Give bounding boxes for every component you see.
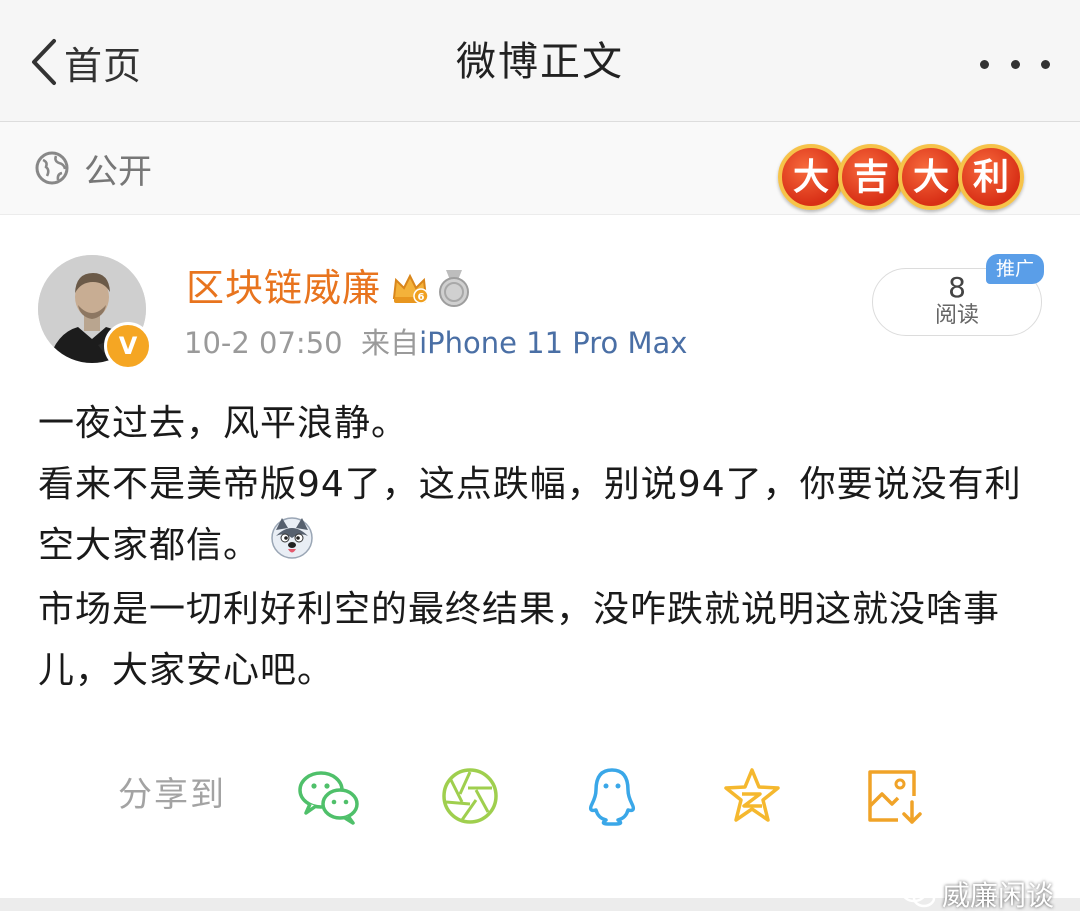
read-label: 阅读 <box>934 303 979 328</box>
source-link[interactable]: iPhone 11 Pro Max <box>419 326 687 360</box>
page-title: 微博正文 <box>456 39 624 85</box>
lucky-banner[interactable]: 大 吉 大 利 <box>778 144 1024 210</box>
watermark: 威廉闲谈 <box>900 874 1054 914</box>
post-content: 一夜过去，风平浪静。 看来不是美帝版94了，这点跌幅，别说94了，你要说没有利空… <box>38 393 1038 701</box>
post-time: 10-2 07:50 <box>184 326 343 360</box>
username[interactable]: 区块链威廉 <box>186 262 381 314</box>
source-prefix: 来自 <box>361 326 420 360</box>
visibility-indicator[interactable]: 公开 <box>34 146 152 192</box>
moments-icon[interactable] <box>438 766 502 826</box>
save-image-icon[interactable] <box>862 766 926 826</box>
post-line: 市场是一切利好利空的最终结果，没咋跌就说明这就没啥事儿，大家安心吧。 <box>38 588 1001 691</box>
more-dot-icon <box>1041 59 1050 69</box>
crown-icon: 6 <box>390 270 430 310</box>
qzone-icon[interactable] <box>720 766 784 826</box>
qq-icon[interactable] <box>580 766 644 826</box>
lucky-coin: 利 <box>958 144 1024 210</box>
wechat-watermark-icon <box>900 879 936 908</box>
post-meta: 10-2 07:50 来自iPhone 11 Pro Max <box>184 322 687 364</box>
share-label: 分享到 <box>118 775 226 815</box>
post-line: 一夜过去，风平浪静。 <box>38 403 409 444</box>
lucky-coin: 吉 <box>838 144 904 210</box>
watermark-text: 威廉闲谈 <box>942 879 1055 912</box>
promote-badge[interactable]: 推广 <box>986 254 1044 284</box>
wechat-icon[interactable] <box>296 766 360 826</box>
lucky-coin: 大 <box>898 144 964 210</box>
post-line-text: 看来不是美帝版94了，这点跌幅，别说94了，你要说没有利空大家都信。 <box>38 464 1022 566</box>
visibility-label: 公开 <box>84 151 152 192</box>
more-dot-icon <box>980 59 989 69</box>
post-line: 看来不是美帝版94了，这点跌幅，别说94了，你要说没有利空大家都信。 <box>38 454 1038 579</box>
lucky-coin: 大 <box>778 144 844 210</box>
more-options-button[interactable] <box>980 44 1050 84</box>
svg-text:6: 6 <box>418 292 425 303</box>
medal-icon <box>436 268 472 312</box>
husky-emoji-icon <box>270 516 314 579</box>
more-dot-icon <box>1010 59 1020 69</box>
globe-icon <box>35 151 69 185</box>
verified-badge: V <box>104 322 152 370</box>
